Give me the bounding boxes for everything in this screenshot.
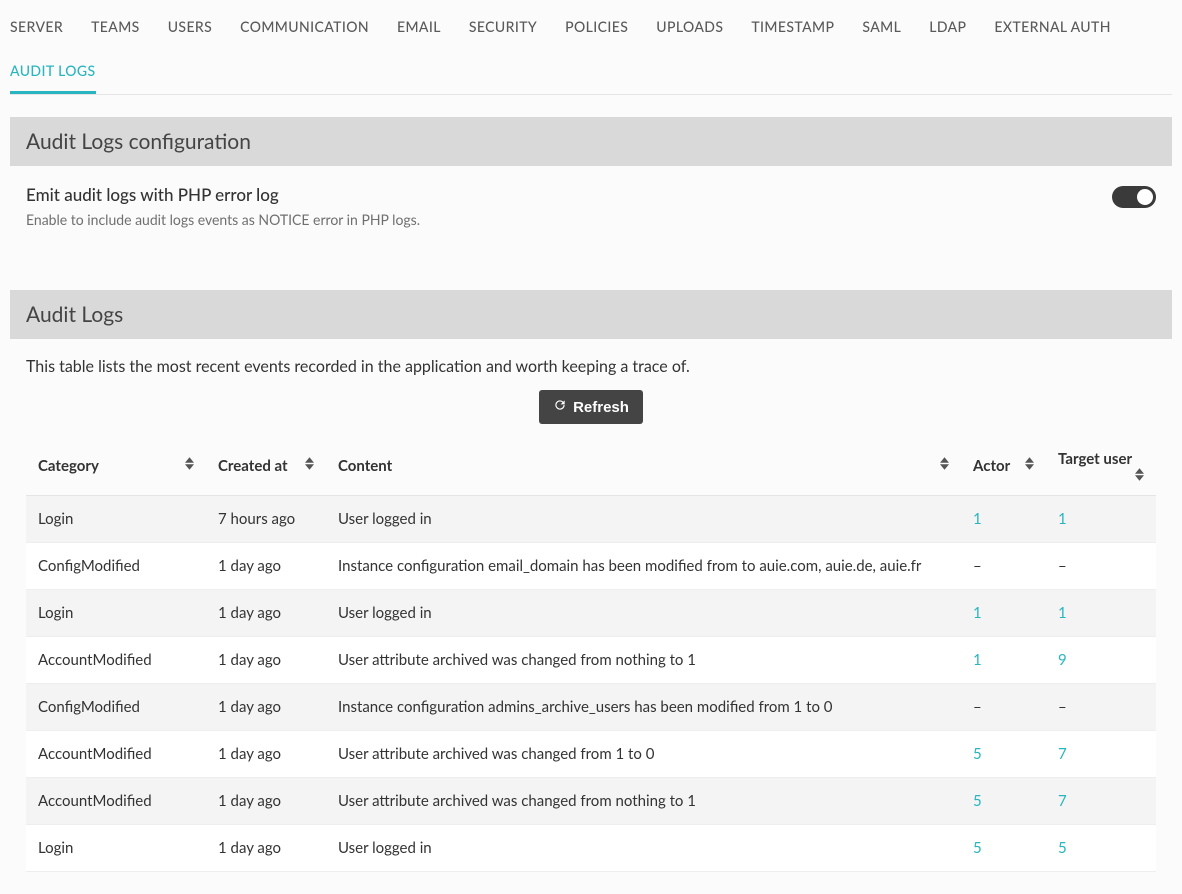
target-link[interactable]: 1 xyxy=(1058,604,1067,622)
cell-created_at: 1 day ago xyxy=(206,543,326,590)
cell-content: Instance configuration email_domain has … xyxy=(326,543,961,590)
cell-actor: 1 xyxy=(961,496,1046,543)
col-header-created-at[interactable]: Created at xyxy=(206,436,326,496)
actor-link[interactable]: 5 xyxy=(973,792,982,810)
col-header-actor[interactable]: Actor xyxy=(961,436,1046,496)
sort-icon xyxy=(305,457,314,470)
tab-audit-logs[interactable]: AUDIT LOGS xyxy=(10,52,96,94)
col-header-content[interactable]: Content xyxy=(326,436,961,496)
target-link[interactable]: 5 xyxy=(1058,839,1067,857)
tab-bar: SERVER TEAMS USERS COMMUNICATION EMAIL SECURI… xyxy=(10,0,1172,95)
tab-users[interactable]: USERS xyxy=(168,8,212,50)
cell-created_at: 7 hours ago xyxy=(206,496,326,543)
cell-actor: – xyxy=(961,543,1046,590)
cell-category: Login xyxy=(26,825,206,872)
cell-actor: 1 xyxy=(961,637,1046,684)
tab-saml[interactable]: SAML xyxy=(862,8,901,50)
cell-target: 1 xyxy=(1046,590,1156,637)
cell-target: 7 xyxy=(1046,778,1156,825)
table-row: ConfigModified1 day agoInstance configur… xyxy=(26,543,1156,590)
table-row: ConfigModified1 day agoInstance configur… xyxy=(26,684,1156,731)
actor-link[interactable]: 1 xyxy=(973,651,982,669)
refresh-button-label: Refresh xyxy=(573,399,629,416)
table-row: AccountModified1 day agoUser attribute a… xyxy=(26,731,1156,778)
cell-target: 9 xyxy=(1046,637,1156,684)
target-link[interactable]: 9 xyxy=(1058,651,1067,669)
php-error-log-toggle[interactable] xyxy=(1112,186,1156,208)
toggle-knob xyxy=(1137,189,1153,205)
table-row: AccountModified1 day agoUser attribute a… xyxy=(26,637,1156,684)
cell-content: User logged in xyxy=(326,825,961,872)
col-header-category[interactable]: Category xyxy=(26,436,206,496)
cell-actor: 5 xyxy=(961,731,1046,778)
cell-content: User logged in xyxy=(326,590,961,637)
tab-teams[interactable]: TEAMS xyxy=(91,8,140,50)
logs-intro: This table lists the most recent events … xyxy=(26,357,1156,376)
tab-uploads[interactable]: UPLOADS xyxy=(656,8,723,50)
cell-category: AccountModified xyxy=(26,637,206,684)
cell-category: AccountModified xyxy=(26,778,206,825)
sort-icon xyxy=(940,457,949,470)
actor-link[interactable]: 1 xyxy=(973,604,982,622)
actor-link[interactable]: 1 xyxy=(973,510,982,528)
cell-target: 1 xyxy=(1046,496,1156,543)
refresh-icon xyxy=(553,398,567,416)
sort-icon xyxy=(185,457,194,470)
cell-created_at: 1 day ago xyxy=(206,731,326,778)
cell-actor: – xyxy=(961,684,1046,731)
tab-communication[interactable]: COMMUNICATION xyxy=(240,8,369,50)
table-row: AccountModified1 day agoUser attribute a… xyxy=(26,778,1156,825)
cell-content: User logged in xyxy=(326,496,961,543)
tab-policies[interactable]: POLICIES xyxy=(565,8,628,50)
cell-content: User attribute archived was changed from… xyxy=(326,637,961,684)
cell-actor: 5 xyxy=(961,825,1046,872)
cell-created_at: 1 day ago xyxy=(206,590,326,637)
cell-created_at: 1 day ago xyxy=(206,778,326,825)
cell-content: Instance configuration admins_archive_us… xyxy=(326,684,961,731)
cell-created_at: 1 day ago xyxy=(206,684,326,731)
actor-link[interactable]: 5 xyxy=(973,839,982,857)
cell-target: 7 xyxy=(1046,731,1156,778)
target-link[interactable]: 7 xyxy=(1058,745,1067,763)
audit-logs-table: Category Created at Content xyxy=(26,436,1156,872)
config-option-title: Emit audit logs with PHP error log xyxy=(26,184,420,205)
target-link[interactable]: 1 xyxy=(1058,510,1067,528)
tab-security[interactable]: SECURITY xyxy=(469,8,537,50)
cell-category: Login xyxy=(26,590,206,637)
cell-target: – xyxy=(1046,684,1156,731)
tab-external-auth[interactable]: EXTERNAL AUTH xyxy=(994,8,1110,50)
cell-created_at: 1 day ago xyxy=(206,825,326,872)
table-row: Login1 day agoUser logged in 5 5 xyxy=(26,825,1156,872)
cell-target: – xyxy=(1046,543,1156,590)
tab-email[interactable]: EMAIL xyxy=(397,8,441,50)
cell-content: User attribute archived was changed from… xyxy=(326,731,961,778)
col-header-target-user[interactable]: Target user xyxy=(1046,436,1156,496)
cell-actor: 1 xyxy=(961,590,1046,637)
sort-icon xyxy=(1025,457,1034,470)
tab-server[interactable]: SERVER xyxy=(10,8,63,50)
cell-created_at: 1 day ago xyxy=(206,637,326,684)
table-row: Login1 day agoUser logged in 1 1 xyxy=(26,590,1156,637)
cell-content: User attribute archived was changed from… xyxy=(326,778,961,825)
section-header-config: Audit Logs configuration xyxy=(10,117,1172,166)
section-header-logs: Audit Logs xyxy=(10,290,1172,339)
tab-ldap[interactable]: LDAP xyxy=(929,8,966,50)
sort-icon xyxy=(1135,468,1144,481)
config-option-desc: Enable to include audit logs events as N… xyxy=(26,211,420,228)
refresh-button[interactable]: Refresh xyxy=(539,390,643,424)
tab-timestamp[interactable]: TIMESTAMP xyxy=(751,8,834,50)
actor-link[interactable]: 5 xyxy=(973,745,982,763)
cell-category: ConfigModified xyxy=(26,684,206,731)
cell-actor: 5 xyxy=(961,778,1046,825)
table-row: Login7 hours agoUser logged in 1 1 xyxy=(26,496,1156,543)
cell-category: ConfigModified xyxy=(26,543,206,590)
cell-category: AccountModified xyxy=(26,731,206,778)
target-link[interactable]: 7 xyxy=(1058,792,1067,810)
cell-target: 5 xyxy=(1046,825,1156,872)
cell-category: Login xyxy=(26,496,206,543)
